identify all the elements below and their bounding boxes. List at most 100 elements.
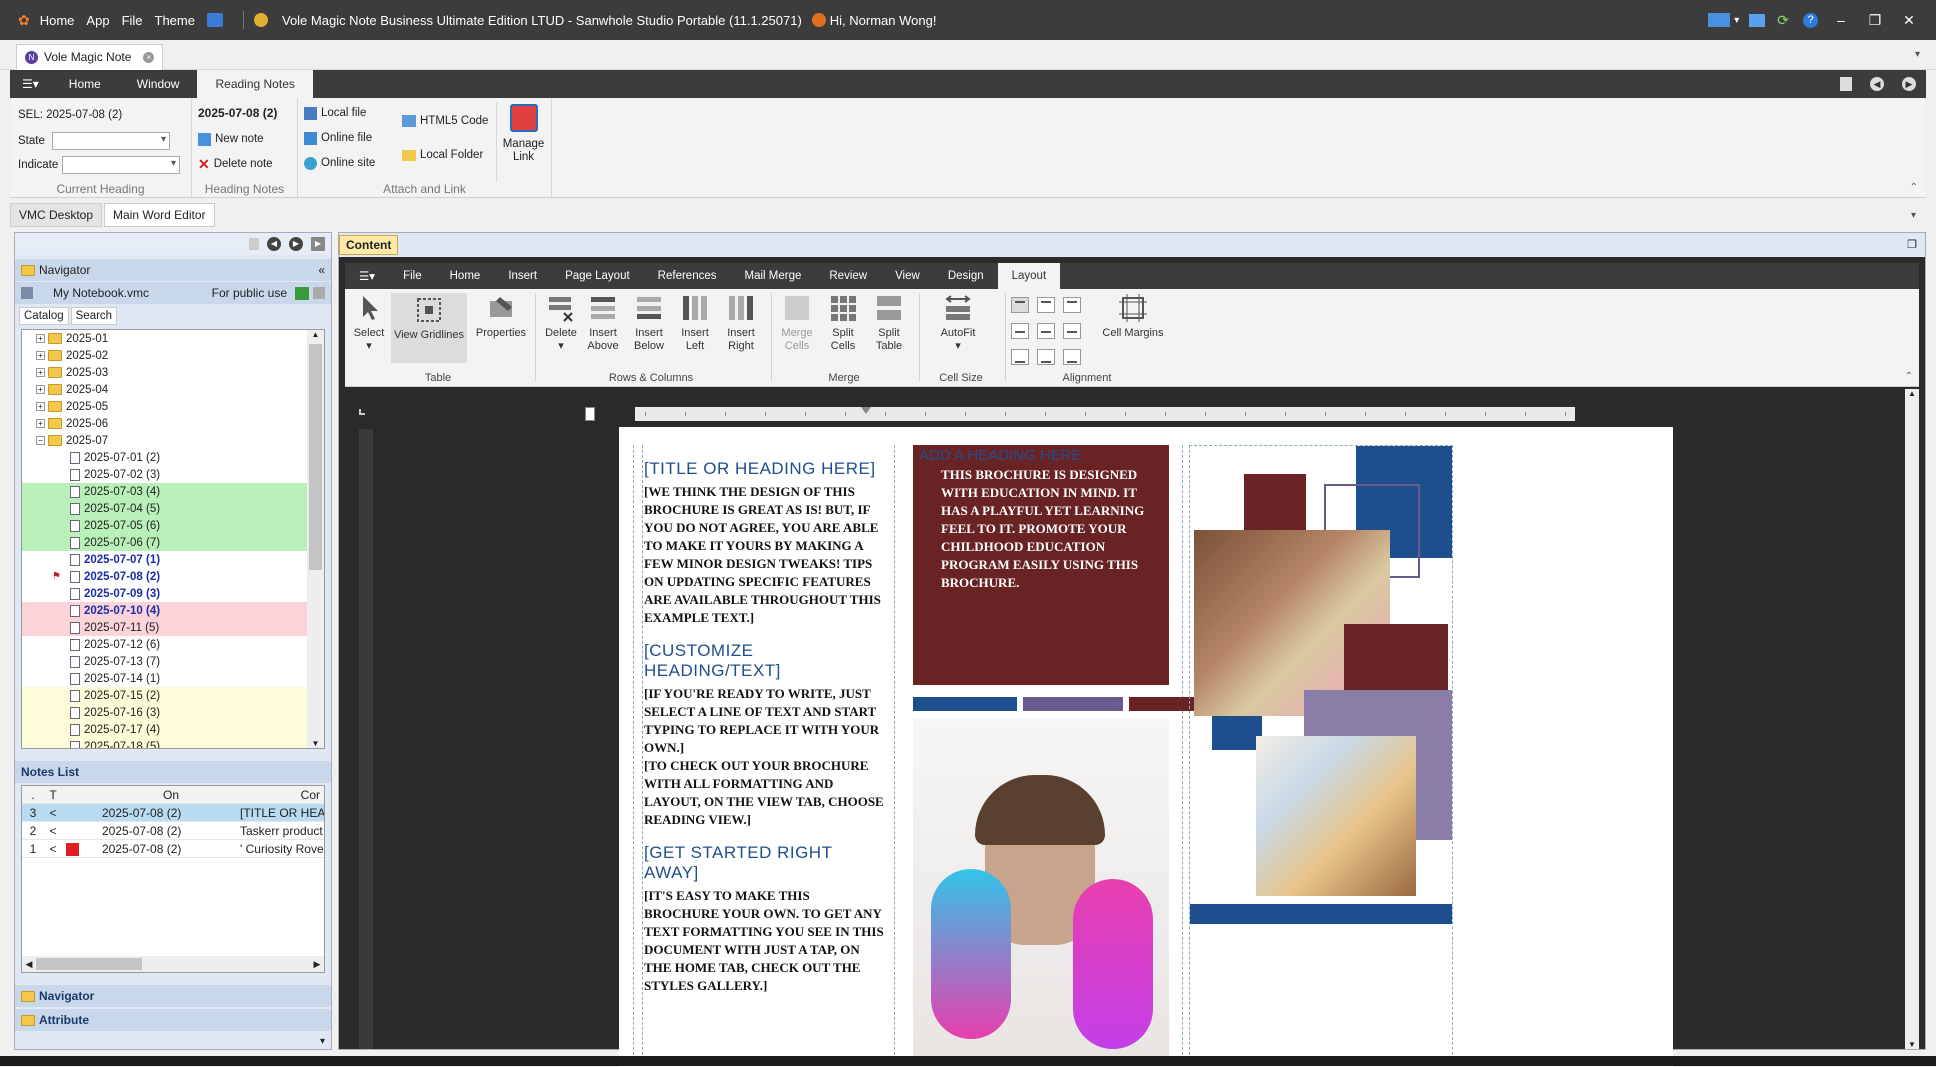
document-canvas[interactable]: ▲ ▼ [TITLE OR HEADING HERE] [WE THINK TH… xyxy=(345,389,1919,1067)
word-tab-view[interactable]: View xyxy=(881,263,934,289)
tree-item[interactable]: 2025-07-18 (5) xyxy=(22,738,324,748)
tab-reading-notes[interactable]: Reading Notes xyxy=(197,70,313,98)
word-tab-references[interactable]: References xyxy=(644,263,731,289)
lock-icon[interactable] xyxy=(313,287,325,299)
tree-item[interactable]: 2025-07-15 (2) xyxy=(22,687,324,704)
tree-item[interactable]: 2025-07-03 (4) xyxy=(22,483,324,500)
local-folder-button[interactable]: Local Folder xyxy=(402,144,483,166)
vertical-scrollbar[interactable]: ▲ ▼ xyxy=(1905,389,1919,1049)
align-bottom-center-button[interactable] xyxy=(1037,349,1055,365)
mid-heading[interactable]: ADD A HEADING HERE xyxy=(913,445,1169,466)
left-indent-marker[interactable] xyxy=(585,407,595,421)
heading-customize[interactable]: [CUSTOMIZE HEADING/TEXT] xyxy=(644,641,888,681)
heading-get-started[interactable]: [GET STARTED RIGHT AWAY] xyxy=(644,843,888,883)
properties-button[interactable]: Properties xyxy=(473,293,529,340)
child-photo[interactable] xyxy=(913,719,1169,1065)
expand-icon[interactable]: + xyxy=(36,385,45,394)
tree-item[interactable]: 2025-07-14 (1) xyxy=(22,670,324,687)
align-top-left-button[interactable] xyxy=(1011,297,1029,313)
tabbar-dropdown-icon[interactable]: ▾ xyxy=(1915,49,1920,60)
tree-item[interactable]: 2025-07-11 (5) xyxy=(22,619,324,636)
split-cells-button[interactable]: Split Cells xyxy=(821,293,865,353)
split-table-button[interactable]: Split Table xyxy=(867,293,911,353)
collapse-icon[interactable]: − xyxy=(36,436,45,445)
menu-file[interactable]: File xyxy=(122,13,143,28)
insert-left-button[interactable]: Insert Left xyxy=(675,293,715,353)
app-menu-button[interactable]: ☰▾ xyxy=(10,70,51,98)
help-icon[interactable]: ? xyxy=(1803,12,1818,28)
page-icon[interactable] xyxy=(249,238,259,250)
close-button[interactable]: ✕ xyxy=(1892,0,1926,40)
cell-margins-button[interactable]: Cell Margins xyxy=(1101,293,1165,340)
paragraph-easy[interactable]: [IT'S EASY TO MAKE THIS BROCHURE YOUR OW… xyxy=(644,887,888,995)
tab-search[interactable]: Search xyxy=(70,307,118,325)
manage-link-button[interactable]: Manage Link xyxy=(496,102,550,182)
content-tab[interactable]: Content xyxy=(339,235,399,255)
word-tab-layout[interactable]: Layout xyxy=(997,263,1061,289)
autofit-button[interactable]: AutoFit ▾ xyxy=(933,293,983,353)
note-row[interactable]: 3 <2025-07-08 (2) [TITLE OR HEADI xyxy=(22,804,324,822)
expand-icon[interactable]: + xyxy=(36,334,45,343)
tree-item[interactable]: ⚑ 2025-07-08 (2) xyxy=(22,568,324,585)
note-row[interactable]: 1 <2025-07-08 (2) ' Curiosity Rover xyxy=(22,840,324,858)
tab-main-word-editor[interactable]: Main Word Editor xyxy=(104,203,215,227)
horizontal-ruler[interactable] xyxy=(585,407,1575,421)
tree-item[interactable]: 2025-07-02 (3) xyxy=(22,466,324,483)
online-file-button[interactable]: Online file xyxy=(304,127,372,149)
tab-catalog[interactable]: Catalog xyxy=(19,307,69,325)
merge-cells-button[interactable]: Merge Cells xyxy=(775,293,819,353)
drawing-photo[interactable] xyxy=(1256,736,1416,896)
collapse-ribbon-icon[interactable]: ⌃ xyxy=(1910,182,1918,193)
tree-item[interactable]: 2025-07-16 (3) xyxy=(22,704,324,721)
html5-code-button[interactable]: HTML5 Code xyxy=(402,110,488,132)
tree-item[interactable]: +2025-01 xyxy=(22,330,324,347)
bottom-navigator-panel[interactable]: Navigator xyxy=(15,985,331,1007)
word-menu-button[interactable]: ☰▾ xyxy=(345,263,389,289)
minimize-button[interactable]: – xyxy=(1824,0,1858,40)
nav-forward-icon[interactable]: ▶ xyxy=(1902,77,1916,91)
maximize-icon[interactable]: ❐ xyxy=(1907,238,1917,251)
word-tab-design[interactable]: Design xyxy=(934,263,998,289)
tree-item[interactable]: 2025-07-05 (6) xyxy=(22,517,324,534)
monitor-icon[interactable] xyxy=(1749,13,1766,27)
tree-item[interactable]: 2025-07-12 (6) xyxy=(22,636,324,653)
menu-home[interactable]: Home xyxy=(40,13,75,28)
tree-item[interactable]: 2025-07-09 (3) xyxy=(22,585,324,602)
align-top-right-button[interactable] xyxy=(1063,297,1081,313)
mail-icon[interactable] xyxy=(1708,13,1731,27)
tree-item[interactable]: − 2025-07 xyxy=(22,432,324,449)
tab-window[interactable]: Window xyxy=(119,70,198,98)
tree-scrollbar[interactable]: ▲ ▼ xyxy=(307,330,324,748)
expand-icon[interactable]: + xyxy=(36,351,45,360)
align-middle-left-button[interactable] xyxy=(1011,323,1029,339)
paragraph-check[interactable]: [TO CHECK OUT YOUR BROCHURE WITH ALL FOR… xyxy=(644,757,888,829)
expand-icon[interactable]: ▶ xyxy=(311,237,325,251)
tree-item[interactable]: 2025-07-04 (5) xyxy=(22,500,324,517)
brochure-column-1[interactable]: [TITLE OR HEADING HERE] [WE THINK THE DE… xyxy=(633,445,895,1065)
restore-button[interactable]: ❐ xyxy=(1858,0,1892,40)
mid-text[interactable]: THIS BROCHURE IS DESIGNED WITH EDUCATION… xyxy=(913,466,1169,592)
bottom-attribute-panel[interactable]: Attribute xyxy=(15,1009,331,1031)
indicate-combo[interactable] xyxy=(62,156,180,174)
word-tab-review[interactable]: Review xyxy=(815,263,881,289)
view-gridlines-button[interactable]: View Gridlines xyxy=(391,293,467,363)
align-bottom-left-button[interactable] xyxy=(1011,349,1029,365)
tree-item[interactable]: 2025-07-07 (1) xyxy=(22,551,324,568)
delete-table-button[interactable]: Delete ▾ xyxy=(541,293,581,353)
tree-item[interactable]: +2025-05 xyxy=(22,398,324,415)
brochure-column-2[interactable]: ADD A HEADING HERE THIS BROCHURE IS DESI… xyxy=(899,445,1233,1065)
expand-icon[interactable]: + xyxy=(36,402,45,411)
notes-hscrollbar[interactable]: ◀ ▶ xyxy=(22,956,324,972)
menu-app[interactable]: App xyxy=(86,13,109,28)
indent-marker[interactable] xyxy=(861,407,871,414)
expand-icon[interactable]: + xyxy=(36,419,45,428)
insert-below-button[interactable]: Insert Below xyxy=(629,293,669,353)
tree-item[interactable]: 2025-07-10 (4) xyxy=(22,602,324,619)
insert-right-button[interactable]: Insert Right xyxy=(721,293,761,353)
calendar-icon[interactable] xyxy=(206,13,223,27)
word-tab-page-layout[interactable]: Page Layout xyxy=(551,263,644,289)
tab-home[interactable]: Home xyxy=(51,70,119,98)
word-tab-file[interactable]: File xyxy=(389,263,436,289)
paragraph-ready[interactable]: [IF YOU'RE READY TO WRITE, JUST SELECT A… xyxy=(644,685,888,757)
doc-tab-vole-magic-note[interactable]: N Vole Magic Note × xyxy=(16,43,164,70)
